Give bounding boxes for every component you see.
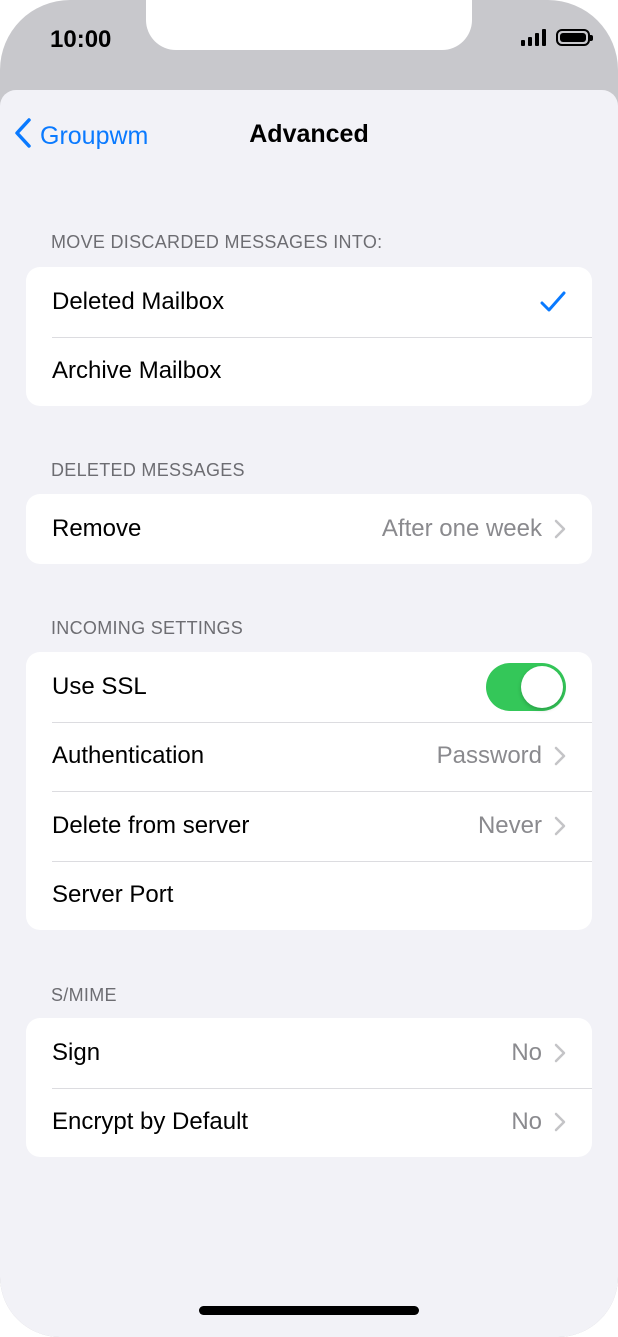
row-authentication[interactable]: Authentication Password bbox=[26, 721, 592, 792]
row-server-port[interactable]: Server Port bbox=[26, 860, 592, 931]
group-incoming: Use SSL Authentication Password Delete f… bbox=[26, 652, 592, 930]
row-label: Authentication bbox=[52, 742, 205, 770]
option-archive-mailbox[interactable]: Archive Mailbox bbox=[26, 336, 592, 407]
section-header-incoming: INCOMING SETTINGS bbox=[51, 618, 244, 638]
row-encrypt-by-default[interactable]: Encrypt by Default No bbox=[26, 1087, 592, 1158]
section-header-deleted: DELETED MESSAGES bbox=[51, 460, 245, 480]
row-label: Sign bbox=[52, 1038, 101, 1066]
settings-sheet: Groupwm Advanced MOVE DISCARDED MESSAGES… bbox=[0, 90, 618, 1337]
row-label: Remove bbox=[52, 514, 142, 542]
row-value: Never bbox=[477, 811, 542, 839]
ssl-toggle[interactable] bbox=[486, 662, 566, 711]
group-discarded: Deleted Mailbox Archive Mailbox bbox=[26, 267, 592, 406]
chevron-right-icon bbox=[554, 746, 566, 766]
checkmark-icon bbox=[540, 291, 566, 313]
row-value: Password bbox=[436, 742, 542, 770]
chevron-right-icon bbox=[554, 519, 566, 539]
row-use-ssl: Use SSL bbox=[26, 652, 592, 722]
status-time: 10:00 bbox=[50, 26, 112, 53]
section-header-discarded: MOVE DISCARDED MESSAGES INTO: bbox=[51, 232, 383, 252]
chevron-right-icon bbox=[554, 1043, 566, 1063]
row-value: No bbox=[511, 1038, 542, 1066]
chevron-right-icon bbox=[554, 1112, 566, 1132]
chevron-right-icon bbox=[554, 816, 566, 836]
cellular-signal-icon bbox=[521, 28, 546, 46]
status-icons bbox=[521, 28, 593, 46]
row-label: Deleted Mailbox bbox=[52, 287, 225, 315]
section-header-smime: S/MIME bbox=[51, 985, 117, 1005]
row-label: Use SSL bbox=[52, 672, 147, 700]
row-label: Encrypt by Default bbox=[52, 1108, 249, 1136]
navigation-bar: Groupwm Advanced bbox=[0, 90, 618, 180]
row-value: No bbox=[511, 1108, 542, 1136]
row-label: Archive Mailbox bbox=[52, 357, 222, 385]
row-value: After one week bbox=[381, 514, 542, 542]
option-deleted-mailbox[interactable]: Deleted Mailbox bbox=[26, 267, 592, 337]
notch bbox=[146, 0, 472, 50]
page-title: Advanced bbox=[249, 120, 369, 148]
device-frame: 10:00 Groupwm Advanced MOVE DISCARDED ME… bbox=[0, 0, 618, 1337]
row-label: Server Port bbox=[52, 881, 174, 909]
home-indicator[interactable] bbox=[199, 1306, 419, 1315]
group-smime: Sign No Encrypt by Default No bbox=[26, 1018, 592, 1157]
row-label: Delete from server bbox=[52, 811, 250, 839]
group-deleted: Remove After one week bbox=[26, 494, 592, 564]
battery-icon bbox=[556, 28, 593, 46]
row-sign[interactable]: Sign No bbox=[26, 1018, 592, 1088]
row-remove[interactable]: Remove After one week bbox=[26, 494, 592, 564]
row-delete-from-server[interactable]: Delete from server Never bbox=[26, 791, 592, 861]
